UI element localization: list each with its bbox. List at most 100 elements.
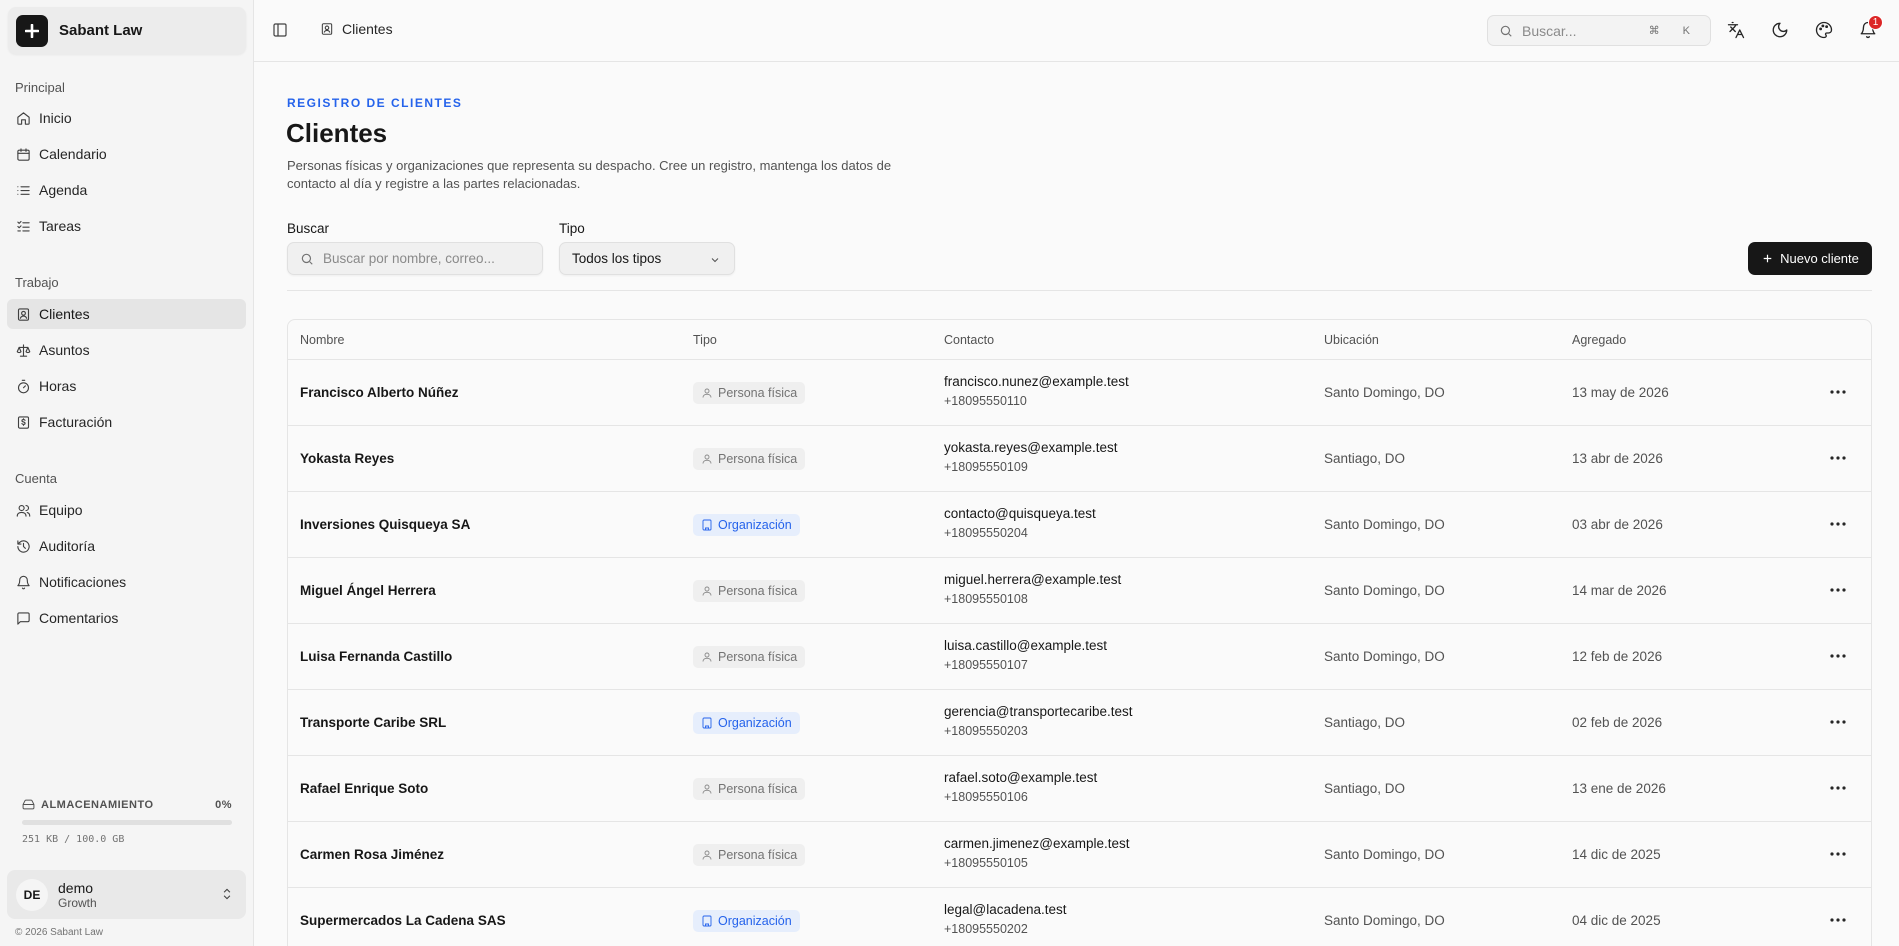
new-client-button-label: Nuevo cliente	[1780, 251, 1859, 266]
table-row[interactable]: Miguel Ángel Herrera Persona física miguel…	[288, 558, 1871, 624]
sidebar-item-facturacion[interactable]: Facturación	[7, 407, 246, 437]
sidebar-item-clientes[interactable]: Clientes	[7, 299, 246, 329]
client-type-label: Persona física	[718, 650, 798, 664]
table-row[interactable]: Inversiones Quisqueya SA Organización cont…	[288, 492, 1871, 558]
sidebar-item-asuntos[interactable]: Asuntos	[7, 335, 246, 365]
client-name[interactable]: Miguel Ángel Herrera	[300, 583, 436, 598]
client-type-label: Persona física	[718, 452, 798, 466]
type-select[interactable]: Todos los tipos	[559, 242, 735, 275]
type-label: Tipo	[559, 221, 585, 236]
new-client-button[interactable]: Nuevo cliente	[1748, 242, 1872, 275]
row-actions-button[interactable]	[1830, 450, 1846, 466]
sidebar-item-tareas[interactable]: Tareas	[7, 211, 246, 241]
sidebar-toggle-icon[interactable]	[272, 22, 288, 38]
person-icon	[702, 784, 712, 794]
row-actions-button[interactable]	[1830, 648, 1846, 664]
more-horizontal-icon	[1830, 654, 1846, 658]
client-type-badge: Persona física	[693, 844, 806, 866]
sidebar-item-comentarios[interactable]: Comentarios	[7, 603, 246, 633]
sidebar-item-auditoria[interactable]: Auditoría	[7, 531, 246, 561]
storage-percent: 0%	[215, 798, 232, 811]
client-location: Santo Domingo, DO	[1324, 913, 1445, 928]
client-name[interactable]: Rafael Enrique Soto	[300, 781, 428, 796]
sidebar-item-inicio[interactable]: Inicio	[7, 103, 246, 133]
table-row[interactable]: Rafael Enrique Soto Persona física rafael.…	[288, 756, 1871, 822]
user-menu[interactable]: DE demo Growth	[7, 870, 246, 919]
row-actions-button[interactable]	[1830, 384, 1846, 400]
client-phone: +18095550108	[944, 592, 1028, 606]
client-name[interactable]: Francisco Alberto Núñez	[300, 385, 459, 400]
palette-icon[interactable]	[1815, 21, 1833, 39]
client-name[interactable]: Inversiones Quisqueya SA	[300, 517, 470, 532]
sidebar-item-agenda[interactable]: Agenda	[7, 175, 246, 205]
client-added-date: 14 mar de 2026	[1572, 583, 1667, 598]
page-eyebrow: REGISTRO DE CLIENTES	[287, 96, 463, 110]
sidebar-item-label: Calendario	[39, 146, 107, 162]
client-name[interactable]: Luisa Fernanda Castillo	[300, 649, 452, 664]
client-added-date: 02 feb de 2026	[1572, 715, 1663, 730]
brand-switcher[interactable]: Sabant Law	[8, 7, 246, 54]
sidebar-item-notificaciones[interactable]: Notificaciones	[7, 567, 246, 597]
clients-table: Nombre Tipo Contacto Ubicación Agregado …	[287, 319, 1872, 946]
column-header-tipo: Tipo	[693, 333, 717, 347]
table-row[interactable]: Transporte Caribe SRL Organización gerenci…	[288, 690, 1871, 756]
breadcrumb-current: Clientes	[342, 21, 393, 37]
table-row[interactable]: Francisco Alberto Núñez Persona física fra…	[288, 360, 1871, 426]
client-phone: +18095550105	[944, 856, 1028, 870]
storage-progress-bar	[22, 820, 232, 825]
tasks-icon	[17, 220, 30, 231]
comment-icon	[17, 611, 30, 625]
row-actions-button[interactable]	[1830, 846, 1846, 862]
table-row[interactable]: Luisa Fernanda Castillo Persona física lui…	[288, 624, 1871, 690]
nav-group-label-principal: Principal	[15, 80, 65, 95]
building-icon	[702, 717, 712, 729]
client-name[interactable]: Supermercados La Cadena SAS	[300, 913, 506, 928]
client-name[interactable]: Transporte Caribe SRL	[300, 715, 446, 730]
client-phone: +18095550204	[944, 526, 1028, 540]
client-location: Santo Domingo, DO	[1324, 847, 1445, 862]
contact-icon	[17, 307, 30, 321]
client-added-date: 14 dic de 2025	[1572, 847, 1661, 862]
client-name[interactable]: Carmen Rosa Jiménez	[300, 847, 444, 862]
more-horizontal-icon	[1830, 522, 1846, 526]
table-row[interactable]: Carmen Rosa Jiménez Persona física carmen.…	[288, 822, 1871, 888]
client-added-date: 03 abr de 2026	[1572, 517, 1663, 532]
row-actions-button[interactable]	[1830, 714, 1846, 730]
moon-icon[interactable]	[1771, 21, 1789, 39]
translate-icon[interactable]	[1727, 21, 1745, 39]
sidebar-item-calendario[interactable]: Calendario	[7, 139, 246, 169]
building-icon	[702, 519, 712, 531]
row-actions-button[interactable]	[1830, 516, 1846, 532]
more-horizontal-icon	[1830, 390, 1846, 394]
client-name[interactable]: Yokasta Reyes	[300, 451, 394, 466]
client-email: rafael.soto@example.test	[944, 770, 1098, 785]
client-type-badge: Persona física	[693, 580, 806, 602]
client-email: gerencia@transportecaribe.test	[944, 704, 1133, 719]
contact-icon	[321, 23, 333, 35]
copyright: © 2026 Sabant Law	[15, 927, 103, 938]
row-actions-button[interactable]	[1830, 912, 1846, 928]
sidebar-item-label: Asuntos	[39, 342, 90, 358]
table-row[interactable]: Supermercados La Cadena SAS Organización l…	[288, 888, 1871, 946]
users-icon	[16, 504, 31, 517]
table-row[interactable]: Yokasta Reyes Persona física yokasta.reyes…	[288, 426, 1871, 492]
row-actions-button[interactable]	[1830, 582, 1846, 598]
invoice-icon	[17, 415, 30, 429]
sidebar: Sabant Law Principal Inicio Calendario A…	[0, 0, 254, 946]
client-phone: +18095550202	[944, 922, 1028, 936]
sidebar-item-equipo[interactable]: Equipo	[7, 495, 246, 525]
more-horizontal-icon	[1830, 786, 1846, 790]
sidebar-item-label: Horas	[39, 378, 77, 394]
nav-group-label-cuenta: Cuenta	[15, 471, 57, 486]
more-horizontal-icon	[1830, 456, 1846, 460]
row-actions-button[interactable]	[1830, 780, 1846, 796]
sidebar-item-horas[interactable]: Horas	[7, 371, 246, 401]
client-type-label: Organización	[718, 716, 792, 730]
notification-count-badge: 1	[1868, 15, 1883, 30]
divider	[287, 290, 1872, 291]
global-search[interactable]: Buscar... ⌘ K	[1487, 15, 1711, 46]
client-phone: +18095550110	[944, 394, 1027, 408]
column-header-agregado: Agregado	[1572, 333, 1627, 347]
breadcrumb: Clientes	[320, 21, 393, 37]
client-search-input[interactable]	[323, 251, 523, 266]
